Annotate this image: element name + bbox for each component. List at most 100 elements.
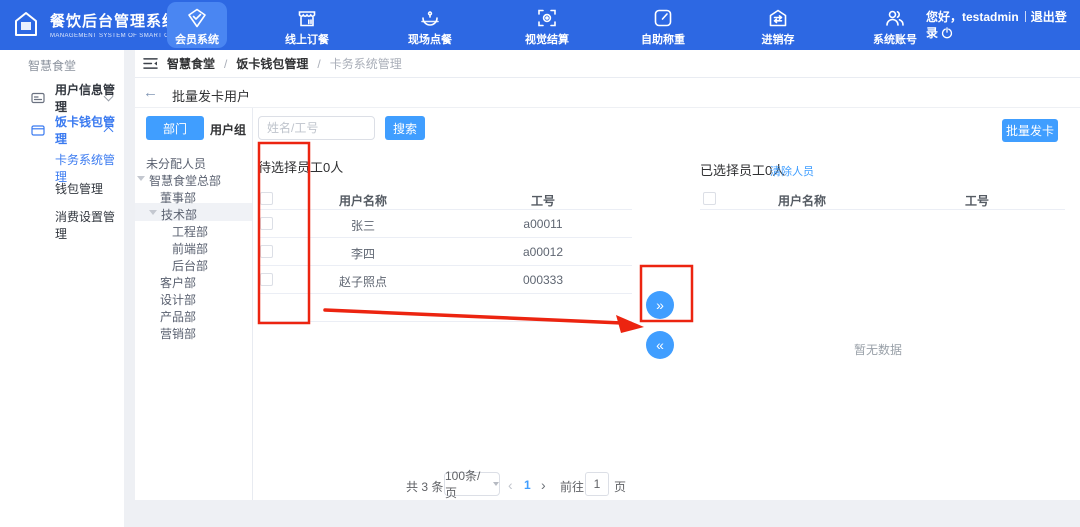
row-checkbox[interactable] xyxy=(260,245,273,258)
nav-label: 进销存 xyxy=(733,31,823,47)
wallet-icon xyxy=(31,123,45,137)
left-col-username: 用户名称 xyxy=(333,192,393,209)
nav-item-self-weighing[interactable]: 自助称重 xyxy=(618,0,708,50)
left-col-id: 工号 xyxy=(528,192,558,209)
chevron-down-icon xyxy=(493,482,499,486)
nav-label: 视觉结算 xyxy=(502,31,592,47)
nav-label: 线上订餐 xyxy=(262,31,352,47)
divider xyxy=(258,209,632,210)
sidebar-subitem-wallet[interactable]: 钱包管理 xyxy=(0,180,124,197)
warehouse-icon xyxy=(733,7,823,30)
nav-item-member-system[interactable]: 会员系统 xyxy=(152,0,242,50)
nav-item-visual-settlement[interactable]: 视觉结算 xyxy=(502,0,592,50)
dish-icon xyxy=(385,7,475,30)
user-account-area: 您好，testadmin退出登录 xyxy=(926,9,1072,41)
divider xyxy=(258,321,632,322)
tree-node-board-dept[interactable]: 董事部 xyxy=(160,189,196,206)
batch-issue-card-button[interactable]: 批量发卡 xyxy=(1002,119,1058,142)
page-size-select[interactable]: 100条/页 xyxy=(444,472,500,496)
sidebar-subitem-consume-settings[interactable]: 消费设置管理 xyxy=(0,208,124,242)
divider xyxy=(1025,11,1026,22)
cell-id: a00011 xyxy=(513,217,573,231)
tree-node-backend-dept[interactable]: 后台部 xyxy=(172,257,208,274)
screen: 餐饮后台管理系统 MANAGEMENT SYSTEM OF SMART CANT… xyxy=(0,0,1080,527)
divider xyxy=(135,107,1080,108)
tree-node-tech-dept[interactable]: 技术部 xyxy=(161,206,197,223)
goto-unit-label: 页 xyxy=(614,478,626,495)
sidebar-item-wallet-mgmt[interactable]: 饭卡钱包管理 xyxy=(0,120,124,140)
row-checkbox[interactable] xyxy=(260,273,273,286)
breadcrumb-bar: 智慧食堂 / 饭卡钱包管理 / 卡务系统管理 xyxy=(135,50,1080,78)
cell-username: 李四 xyxy=(323,245,403,262)
scale-icon xyxy=(618,7,708,30)
tab-department[interactable]: 部门 xyxy=(146,116,204,140)
right-col-username: 用户名称 xyxy=(772,192,832,209)
divider xyxy=(258,265,632,266)
left-list-title: 待选择员工0人 xyxy=(258,157,343,176)
cell-id: a00012 xyxy=(513,245,573,259)
nav-item-online-order[interactable]: 线上订餐 xyxy=(262,0,352,50)
breadcrumb-separator: / xyxy=(224,57,227,71)
tree-node-engineering-dept[interactable]: 工程部 xyxy=(172,223,208,240)
divider xyxy=(258,293,632,294)
scan-eye-icon xyxy=(502,7,592,30)
caret-down-icon[interactable] xyxy=(137,176,145,181)
storefront-icon xyxy=(262,7,352,30)
next-page-button[interactable]: › xyxy=(541,477,546,493)
tab-user-group[interactable]: 用户组 xyxy=(210,121,246,138)
back-arrow-icon[interactable]: ← xyxy=(143,84,158,101)
top-navbar: 餐饮后台管理系统 MANAGEMENT SYSTEM OF SMART CANT… xyxy=(0,0,1080,50)
breadcrumb-separator: / xyxy=(317,57,320,71)
select-all-checkbox[interactable] xyxy=(260,192,273,205)
breadcrumb-item[interactable]: 饭卡钱包管理 xyxy=(236,55,308,72)
badge-check-icon xyxy=(152,7,242,30)
divider xyxy=(252,108,253,500)
row-checkbox[interactable] xyxy=(260,217,273,230)
goto-label: 前往 xyxy=(560,478,584,495)
prev-page-button[interactable]: ‹ xyxy=(508,477,513,493)
content-card xyxy=(135,78,1080,500)
clear-selected-link[interactable]: 清除人员 xyxy=(770,163,814,179)
collapse-menu-icon[interactable] xyxy=(143,57,158,70)
pagination-total: 共 3 条 xyxy=(406,478,443,495)
select-all-checkbox[interactable] xyxy=(703,192,716,205)
tree-node-unassigned[interactable]: 未分配人员 xyxy=(146,155,206,172)
logo-house-icon xyxy=(10,8,42,40)
empty-data-text: 暂无数据 xyxy=(838,341,918,358)
transfer-right-button[interactable]: » xyxy=(646,291,674,319)
logout-icon[interactable] xyxy=(941,27,953,39)
transfer-left-button[interactable]: « xyxy=(646,331,674,359)
goto-page-input[interactable] xyxy=(585,472,609,496)
page-size-value: 100条/页 xyxy=(445,467,489,501)
nav-label: 自助称重 xyxy=(618,31,708,47)
cell-username: 赵子照点 xyxy=(323,273,403,290)
breadcrumb-item-current: 卡务系统管理 xyxy=(330,55,402,72)
breadcrumb-item[interactable]: 智慧食堂 xyxy=(167,55,215,72)
tree-node-design-dept[interactable]: 设计部 xyxy=(160,291,196,308)
search-input[interactable] xyxy=(258,116,375,140)
nav-item-inventory[interactable]: 进销存 xyxy=(733,0,823,50)
divider xyxy=(258,237,632,238)
right-col-id: 工号 xyxy=(962,192,992,209)
cell-id: 000333 xyxy=(513,273,573,287)
sidebar-section-label: 智慧食堂 xyxy=(28,57,76,74)
divider xyxy=(700,209,1065,210)
user-greeting: 您好，testadmin xyxy=(926,10,1019,24)
id-card-icon xyxy=(31,91,45,105)
current-page[interactable]: 1 xyxy=(524,478,531,492)
sidebar-item-label: 饭卡钱包管理 xyxy=(55,113,124,147)
tree-node-frontend-dept[interactable]: 前端部 xyxy=(172,240,208,257)
nav-item-onsite-order[interactable]: 现场点餐 xyxy=(385,0,475,50)
nav-label: 现场点餐 xyxy=(385,31,475,47)
tree-node-marketing-dept[interactable]: 营销部 xyxy=(160,325,196,342)
nav-label: 会员系统 xyxy=(152,31,242,47)
page-title: 批量发卡用户 xyxy=(172,86,250,105)
sidebar-item-label: 用户信息管理 xyxy=(55,81,124,115)
sidebar-item-user-info[interactable]: 用户信息管理 xyxy=(0,88,124,108)
tree-node-product-dept[interactable]: 产品部 xyxy=(160,308,196,325)
cell-username: 张三 xyxy=(323,217,403,234)
search-button[interactable]: 搜索 xyxy=(385,116,425,140)
caret-down-icon[interactable] xyxy=(149,210,157,215)
tree-node-customer-dept[interactable]: 客户部 xyxy=(160,274,196,291)
tree-node-hq[interactable]: 智慧食堂总部 xyxy=(149,172,221,189)
